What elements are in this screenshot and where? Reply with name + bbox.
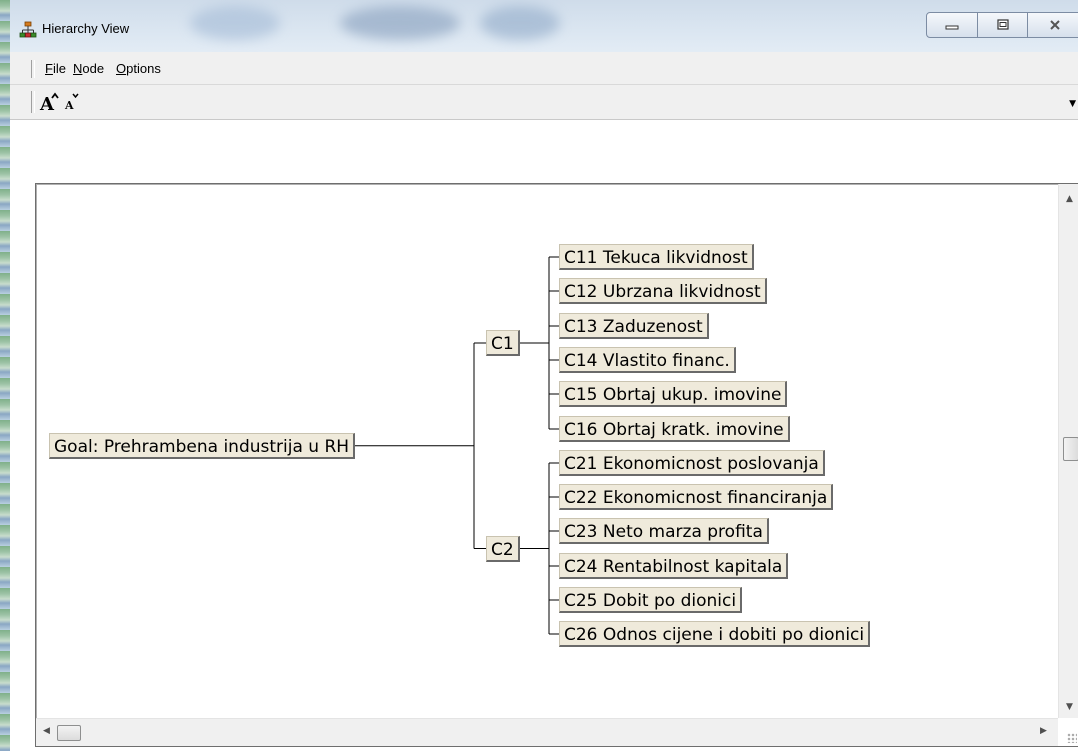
hierarchy-leaf-node[interactable]: C24 Rentabilnost kapitala xyxy=(559,553,789,579)
maximize-icon xyxy=(996,19,1009,30)
background-window-edge xyxy=(0,0,10,751)
hierarchy-view-window: Hierarchy View File Node Options A A ▼ C… xyxy=(10,0,1078,751)
hierarchy-leaf-node[interactable]: C23 Neto marza profita xyxy=(559,518,769,544)
hierarchy-leaf-node[interactable]: C25 Dobit po dionici xyxy=(559,587,743,613)
hierarchy-leaf-node[interactable]: C26 Odnos cijene i dobiti po dionici xyxy=(559,621,871,647)
hierarchy-leaf-node[interactable]: C16 Obrtaj kratk. imovine xyxy=(559,416,790,442)
scroll-down-icon[interactable]: ▼ xyxy=(1066,702,1073,712)
hierarchy-leaf-node[interactable]: C15 Obrtaj ukup. imovine xyxy=(559,381,788,407)
scroll-right-icon[interactable]: ▶ xyxy=(1040,726,1047,736)
toolbar-grip[interactable] xyxy=(31,91,35,113)
scroll-left-icon[interactable]: ◀ xyxy=(43,726,50,736)
hierarchy-leaf-node[interactable]: C11 Tekuca likvidnost xyxy=(559,244,754,270)
maximize-button[interactable] xyxy=(976,12,1029,38)
title-bar[interactable]: Hierarchy View xyxy=(10,0,1078,52)
menu-bar: File Node Options xyxy=(10,52,1078,85)
hierarchy-group-node[interactable]: C2 xyxy=(486,536,520,562)
resize-grip[interactable] xyxy=(1067,733,1077,743)
minimize-icon xyxy=(945,25,959,30)
goal-node[interactable]: Goal: Prehrambena industrija u RH xyxy=(49,433,356,459)
hierarchy-app-icon xyxy=(19,21,37,38)
minimize-button[interactable] xyxy=(926,12,978,38)
toolbar: A A ▼ xyxy=(10,85,1078,120)
hierarchy-leaf-node[interactable]: C12 Ubrzana likvidnost xyxy=(559,278,767,304)
toolbar-overflow-icon[interactable]: ▼ xyxy=(1069,99,1076,109)
increase-font-icon[interactable]: A xyxy=(39,91,59,113)
hierarchy-panel: C11 Tekuca likvidnost C12 Ubrzana likvidn… xyxy=(35,183,1078,747)
close-icon xyxy=(1050,20,1060,30)
hierarchy-leaf-node[interactable]: C22 Ekonomicnost financiranja xyxy=(559,484,834,510)
menu-grip[interactable] xyxy=(31,60,35,78)
hierarchy-group-node[interactable]: C1 xyxy=(486,330,520,356)
menu-file[interactable]: File xyxy=(45,61,66,76)
hierarchy-canvas: C11 Tekuca likvidnost C12 Ubrzana likvidn… xyxy=(36,184,1058,718)
hierarchy-leaf-node[interactable]: C21 Ekonomicnost poslovanja xyxy=(559,450,825,476)
horizontal-scrollbar[interactable]: ◀ ▶ xyxy=(36,718,1058,746)
vertical-scrollbar[interactable]: ▲ ▼ xyxy=(1058,184,1078,718)
hierarchy-leaf-node[interactable]: C14 Vlastito financ. xyxy=(559,347,736,373)
scroll-up-icon[interactable]: ▲ xyxy=(1066,194,1073,204)
vertical-scroll-thumb[interactable] xyxy=(1063,437,1078,461)
decrease-font-icon[interactable]: A xyxy=(64,91,80,113)
window-title: Hierarchy View xyxy=(42,21,130,36)
svg-text:A: A xyxy=(64,99,74,112)
menu-node[interactable]: Node xyxy=(73,61,104,76)
close-button[interactable] xyxy=(1027,12,1078,38)
menu-options[interactable]: Options xyxy=(116,61,161,76)
hierarchy-leaf-node[interactable]: C13 Zaduzenost xyxy=(559,313,709,339)
horizontal-scroll-thumb[interactable] xyxy=(57,725,81,741)
